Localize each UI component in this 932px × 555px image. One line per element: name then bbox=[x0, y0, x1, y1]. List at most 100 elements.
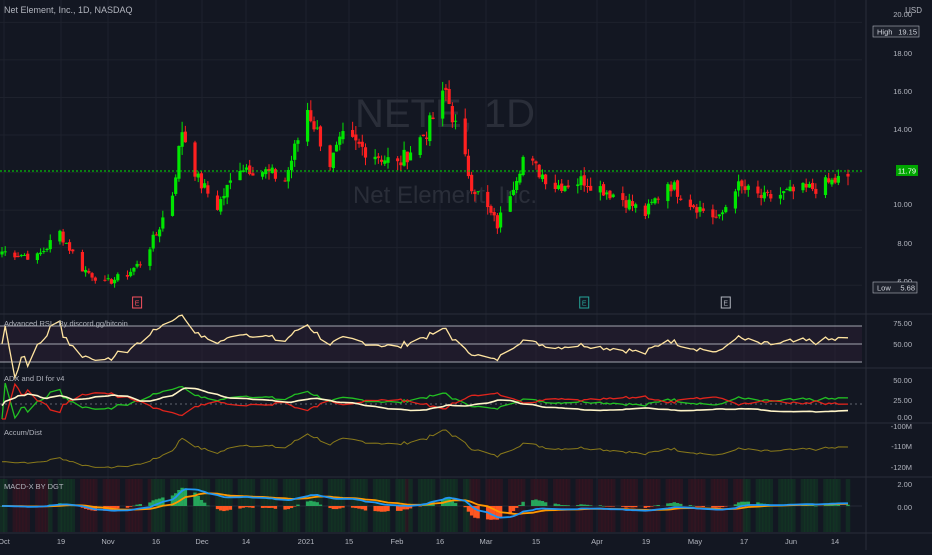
candle-body bbox=[630, 201, 635, 206]
candle-body bbox=[759, 195, 763, 198]
candle-body bbox=[357, 141, 361, 144]
candle-body bbox=[534, 161, 538, 164]
adx-tick: 0.00 bbox=[897, 413, 912, 422]
candle-body bbox=[624, 200, 628, 208]
candle-body bbox=[289, 160, 294, 171]
candle-body bbox=[576, 184, 580, 187]
chart-stage: Net Element, Inc., 1D, NASDAQ USD NETE, … bbox=[0, 0, 932, 550]
macd-hist-bar bbox=[128, 506, 133, 507]
macd-hist-bar bbox=[543, 502, 548, 506]
macd-hist-bar bbox=[199, 499, 204, 506]
candle-body bbox=[170, 195, 175, 216]
candle-body bbox=[116, 274, 120, 281]
candle-body bbox=[331, 152, 335, 169]
macd-hist-bar bbox=[379, 506, 384, 512]
price-tick: 8.00 bbox=[897, 239, 912, 248]
candle-body bbox=[762, 192, 766, 199]
macd-hist-bar bbox=[624, 506, 628, 508]
candle-body bbox=[711, 209, 715, 218]
candle-body bbox=[453, 120, 458, 122]
macd-hist-bar bbox=[833, 505, 837, 506]
candle-body bbox=[305, 109, 310, 142]
macd-hist-bar bbox=[566, 505, 570, 506]
adx-pane: ADX and DI for v4 50.00 25.00 0.00 bbox=[0, 374, 912, 422]
candle-body bbox=[463, 118, 467, 155]
candle-body bbox=[35, 253, 39, 261]
macd-hist-bar bbox=[643, 506, 648, 508]
macd-hist-bar bbox=[270, 506, 274, 508]
macd-hist-bar bbox=[560, 505, 564, 506]
candle-body bbox=[71, 249, 75, 252]
macd-hist-bar bbox=[273, 506, 278, 509]
earnings-markers: EEE bbox=[132, 296, 731, 309]
candle-body bbox=[61, 231, 65, 243]
candle-body bbox=[283, 180, 287, 182]
candle-body bbox=[129, 271, 133, 276]
time-tick: 19 bbox=[57, 537, 65, 546]
macd-hist-bar bbox=[383, 506, 387, 512]
candle-body bbox=[634, 204, 638, 208]
high-value: 19.15 bbox=[898, 28, 917, 37]
macd-hist-bar bbox=[260, 506, 265, 508]
candle-body bbox=[260, 172, 265, 177]
candle-body bbox=[84, 269, 88, 273]
macd-hist-bar bbox=[695, 506, 699, 507]
candle-body bbox=[80, 251, 85, 272]
candle-body bbox=[206, 185, 210, 194]
macd-tick: 2.00 bbox=[897, 480, 912, 489]
price-tick: 20.00 bbox=[893, 10, 912, 19]
macd-hist-bar bbox=[148, 502, 152, 506]
macd-bg-band bbox=[723, 479, 729, 532]
candle-body bbox=[589, 185, 593, 191]
macd-hist-bar bbox=[701, 506, 705, 507]
candle-body bbox=[743, 186, 747, 191]
macd-hist-bar bbox=[688, 505, 693, 506]
macd-hist-bar bbox=[630, 506, 635, 508]
candle-body bbox=[470, 174, 474, 191]
macd-hist-bar bbox=[296, 504, 300, 506]
macd-hist-bar bbox=[334, 506, 339, 510]
macd-hist-bar bbox=[714, 506, 718, 508]
candle-body bbox=[376, 156, 380, 158]
candle-body bbox=[679, 198, 683, 200]
macd-hist-bar bbox=[125, 506, 130, 508]
candle-body bbox=[804, 183, 808, 188]
macd-hist-bar bbox=[627, 506, 631, 508]
candle-body bbox=[312, 121, 316, 130]
candle-body bbox=[112, 279, 117, 284]
candle-body bbox=[135, 263, 139, 267]
candle-body bbox=[811, 182, 815, 190]
macd-hist-bar bbox=[315, 502, 319, 506]
candle-body bbox=[521, 156, 525, 176]
candle-body bbox=[16, 255, 20, 257]
candle-body bbox=[650, 201, 654, 203]
time-tick: May bbox=[688, 537, 702, 546]
candle-body bbox=[740, 180, 744, 187]
candle-body bbox=[765, 191, 770, 193]
adx-tick: 25.00 bbox=[893, 396, 912, 405]
macd-hist-bar bbox=[691, 505, 696, 507]
accum-pane: Accum/Dist -100M -110M -120M bbox=[1, 422, 912, 472]
time-tick: 15 bbox=[345, 537, 353, 546]
candle-body bbox=[26, 253, 30, 260]
macd-hist-bar bbox=[241, 506, 245, 508]
macd-hist-bar bbox=[244, 506, 249, 508]
candle-body bbox=[447, 89, 451, 104]
macd-hist-bar bbox=[338, 506, 342, 509]
candle-body bbox=[473, 191, 477, 195]
candle-body bbox=[476, 191, 480, 193]
candle-body bbox=[544, 174, 548, 185]
candle-body bbox=[782, 191, 786, 194]
candle-body bbox=[315, 127, 319, 129]
macd-hist-bar bbox=[598, 505, 603, 506]
macd-hist-bar bbox=[132, 505, 136, 507]
macd-hist-bar bbox=[202, 502, 207, 506]
price-tick: 10.00 bbox=[893, 200, 912, 209]
macd-hist-bar bbox=[264, 506, 268, 508]
candle-body bbox=[701, 208, 705, 211]
macd-hist-bar bbox=[669, 503, 673, 506]
earnings-marker-label: E bbox=[723, 301, 728, 308]
candle-body bbox=[717, 214, 721, 217]
macd-bg-band bbox=[115, 479, 121, 532]
candle-body bbox=[45, 248, 49, 251]
